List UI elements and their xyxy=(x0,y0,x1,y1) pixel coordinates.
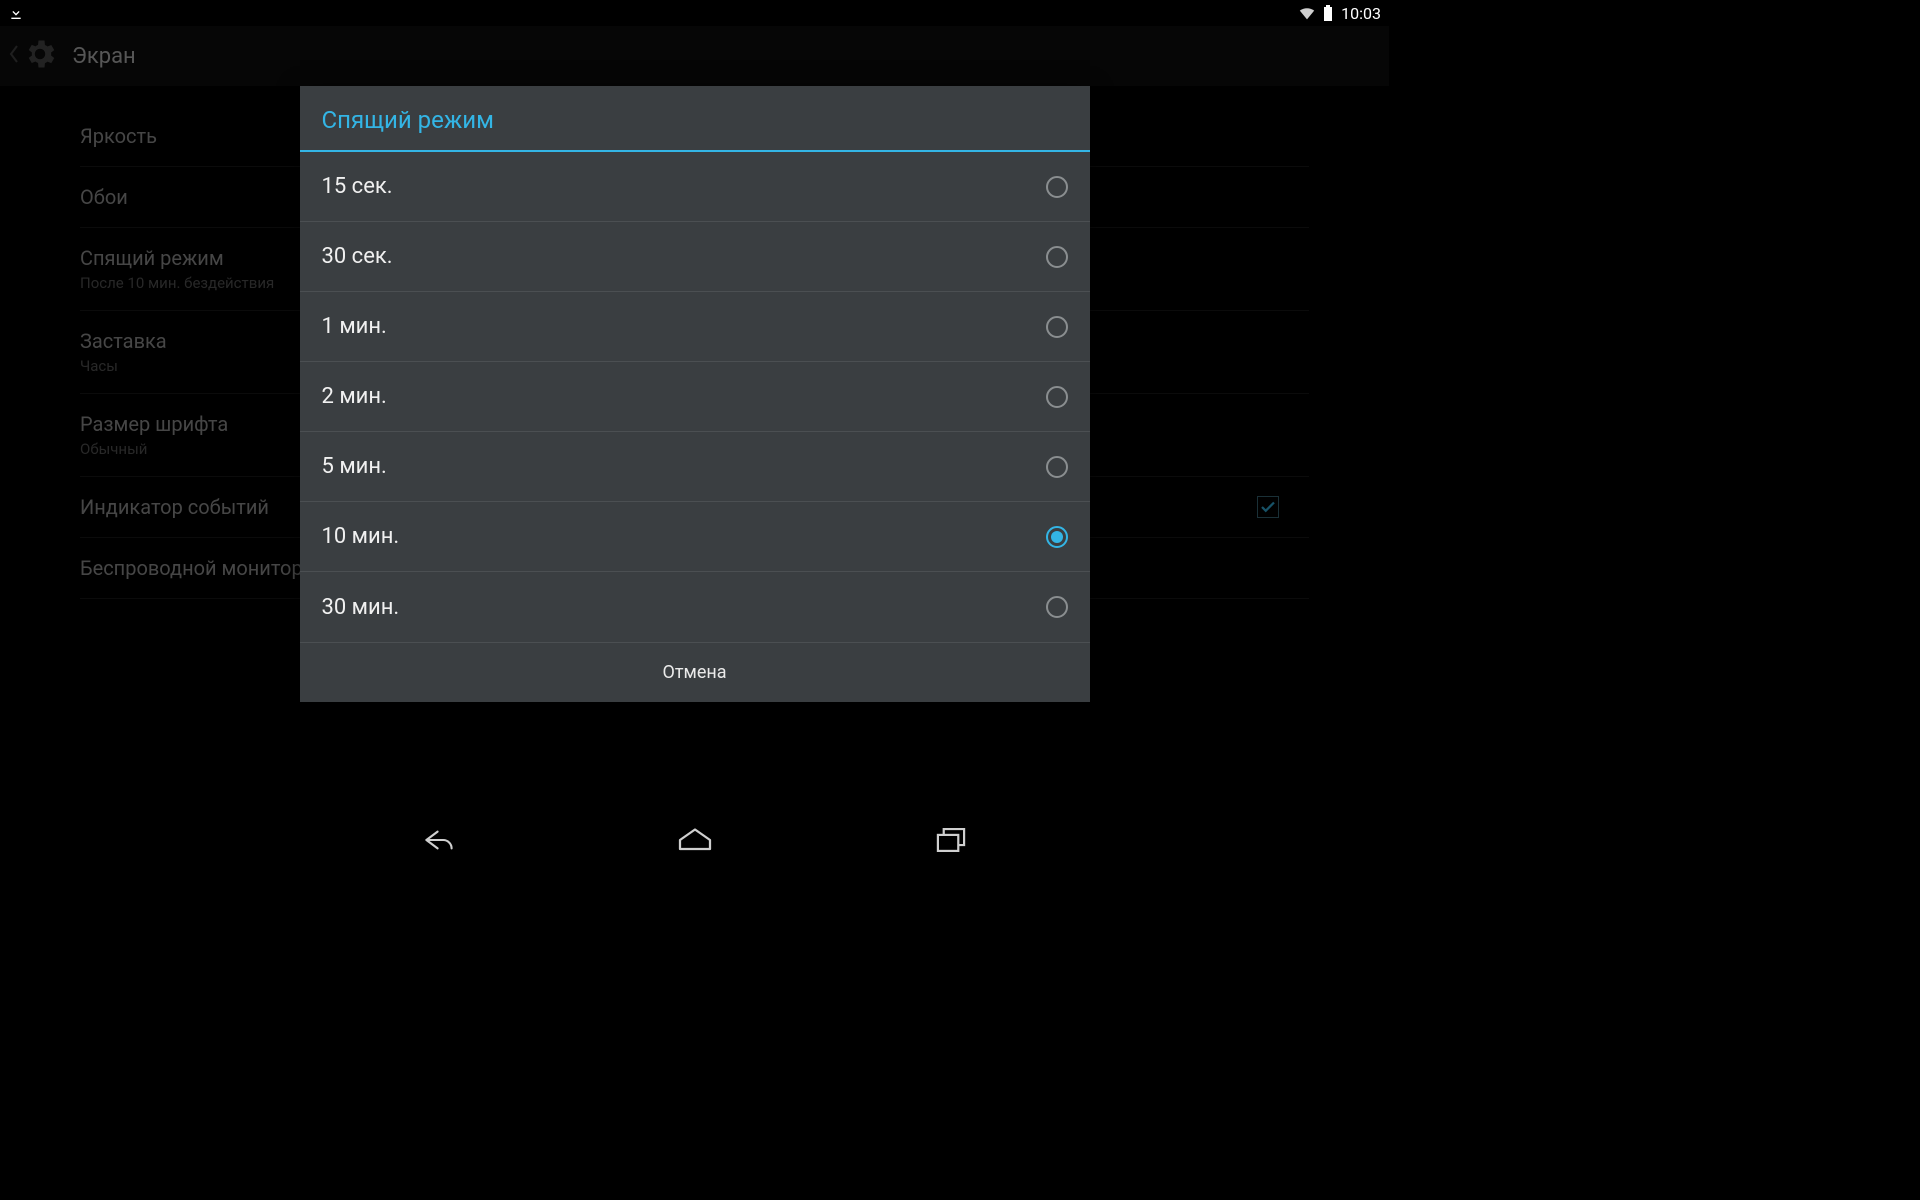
option-label: 1 мин. xyxy=(322,314,1046,339)
option-label: 10 мин. xyxy=(322,524,1046,549)
radio-icon xyxy=(1046,316,1068,338)
radio-icon xyxy=(1046,456,1068,478)
option-label: 15 сек. xyxy=(322,174,1046,199)
radio-icon xyxy=(1046,386,1068,408)
option-5min[interactable]: 5 мин. xyxy=(300,432,1090,502)
radio-selected-icon xyxy=(1046,526,1068,548)
option-15sec[interactable]: 15 сек. xyxy=(300,152,1090,222)
option-label: 30 мин. xyxy=(322,595,1046,620)
radio-icon xyxy=(1046,176,1068,198)
option-10min[interactable]: 10 мин. xyxy=(300,502,1090,572)
option-1min[interactable]: 1 мин. xyxy=(300,292,1090,362)
download-icon xyxy=(8,5,24,21)
option-2min[interactable]: 2 мин. xyxy=(300,362,1090,432)
cancel-button[interactable]: Отмена xyxy=(300,642,1090,702)
dialog-title: Спящий режим xyxy=(300,86,1090,150)
nav-recents-button[interactable] xyxy=(923,812,979,868)
cancel-button-label: Отмена xyxy=(662,662,726,683)
dialog-options-list: 15 сек. 30 сек. 1 мин. 2 мин. 5 мин. 10 … xyxy=(300,152,1090,642)
option-30min[interactable]: 30 мин. xyxy=(300,572,1090,642)
option-label: 30 сек. xyxy=(322,244,1046,269)
sleep-timeout-dialog: Спящий режим 15 сек. 30 сек. 1 мин. 2 ми… xyxy=(300,86,1090,702)
status-bar: 10:03 xyxy=(0,0,1389,26)
nav-home-button[interactable] xyxy=(667,812,723,868)
wifi-icon xyxy=(1297,5,1317,21)
nav-back-button[interactable] xyxy=(411,812,467,868)
navigation-bar xyxy=(0,812,1389,868)
radio-icon xyxy=(1046,246,1068,268)
option-label: 5 мин. xyxy=(322,454,1046,479)
option-label: 2 мин. xyxy=(322,384,1046,409)
radio-icon xyxy=(1046,596,1068,618)
status-clock: 10:03 xyxy=(1341,4,1381,23)
option-30sec[interactable]: 30 сек. xyxy=(300,222,1090,292)
battery-icon xyxy=(1323,5,1333,21)
